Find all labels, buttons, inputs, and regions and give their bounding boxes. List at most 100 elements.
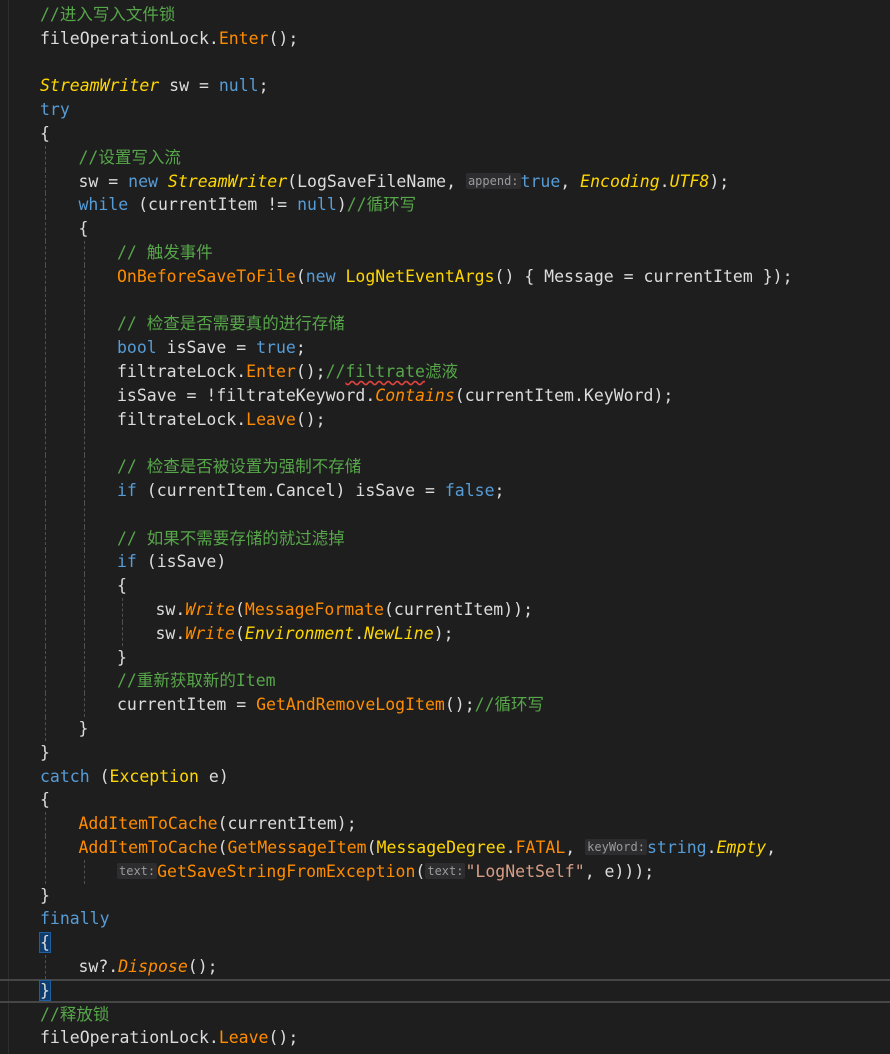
code-line[interactable]: } <box>0 645 890 670</box>
code-line[interactable]: // 如果不需要存储的就过滤掉 <box>0 526 890 551</box>
code-line[interactable]: sw?.Dispose(); <box>0 955 890 979</box>
code-token: ; <box>258 76 269 96</box>
code-token: isSave = !filtrateKeyword. <box>117 385 376 405</box>
indent-guide <box>83 288 85 313</box>
code-line[interactable]: catch (Exception e) <box>0 765 890 789</box>
code-line[interactable]: filtrateLock.Leave(); <box>0 407 890 432</box>
code-token: (); <box>268 28 299 48</box>
code-token: NewLine <box>364 623 434 643</box>
code-line[interactable]: } <box>0 741 890 765</box>
code-line[interactable]: { <box>0 931 890 955</box>
code-token: GetSaveStringFromException <box>157 861 416 881</box>
code-token: Enter <box>218 28 269 48</box>
indent-guide <box>83 526 85 551</box>
code-line[interactable]: //释放锁 <box>0 1003 890 1027</box>
code-line[interactable]: if (currentItem.Cancel) isSave = false; <box>0 479 890 503</box>
code-token: . <box>505 838 516 857</box>
code-token: while <box>78 195 129 215</box>
code-line[interactable]: } <box>0 884 890 908</box>
code-line[interactable]: AddItemToCache(currentItem); <box>0 812 890 836</box>
code-line[interactable]: // 检查是否需要真的进行存储 <box>0 312 890 337</box>
code-text: { <box>79 217 89 241</box>
code-line[interactable]: while (currentItem != null)//循环写 <box>0 193 890 218</box>
code-text: //重新获取新的Item <box>117 669 276 693</box>
code-token: , <box>766 838 777 857</box>
code-line[interactable]: bool isSave = true; <box>0 336 890 360</box>
code-line[interactable]: try <box>0 98 890 122</box>
code-token: if <box>117 552 137 572</box>
indent-guide <box>122 598 123 622</box>
indent-guide <box>83 360 85 384</box>
parameter-hint: append: <box>465 172 521 189</box>
code-line[interactable]: { <box>0 788 890 812</box>
code-line[interactable]: sw = new StreamWriter(LogSaveFileName, a… <box>0 169 890 194</box>
code-line[interactable]: OnBeforeSaveToFile(new LogNetEventArgs()… <box>0 264 890 289</box>
code-line[interactable]: filtrateLock.Enter();//filtrate滤液 <box>0 360 890 384</box>
code-text: fileOperationLock.Enter(); <box>40 27 298 51</box>
code-token: Exception <box>109 766 199 786</box>
code-line[interactable] <box>0 502 890 527</box>
code-line[interactable]: //设置写入流 <box>0 145 890 170</box>
code-text: } <box>40 884 50 908</box>
code-line[interactable]: { <box>0 574 890 598</box>
indent-guide <box>83 455 85 479</box>
code-text: { <box>117 574 127 598</box>
code-token: //循环写 <box>346 195 417 215</box>
code-line[interactable]: // 触发事件 <box>0 241 890 265</box>
indent-guide <box>83 550 85 575</box>
indent-guide <box>45 145 46 170</box>
code-token: (currentItem.Cancel) isSave = <box>136 481 445 500</box>
code-token: null <box>218 76 259 96</box>
indent-guide <box>45 193 46 218</box>
code-line[interactable]: currentItem = GetAndRemoveLogItem();//循环… <box>0 693 890 717</box>
code-token: Write <box>185 623 235 643</box>
code-text: } <box>79 717 89 741</box>
code-line[interactable]: text: GetSaveStringFromException(text: "Lo… <box>0 859 890 884</box>
code-editor[interactable]: //进入写入文件锁 fileOperationLock.Enter(); Strea… <box>0 0 890 1054</box>
code-token: , e))); <box>584 861 655 881</box>
code-token: Leave <box>218 1028 269 1048</box>
code-token: } <box>40 742 50 762</box>
code-line[interactable]: //重新获取新的Item <box>0 669 890 694</box>
code-line[interactable]: sw.Write(MessageFormate(currentItem)); <box>0 598 890 622</box>
code-text: StreamWriter sw = null; <box>40 74 269 98</box>
code-line[interactable] <box>0 51 890 75</box>
code-text: try <box>40 98 70 122</box>
code-line[interactable]: fileOperationLock.Enter(); <box>0 27 890 51</box>
indent-guide <box>122 621 123 646</box>
code-token: () { Message = currentItem }); <box>494 266 793 286</box>
code-token: (currentItem)); <box>384 600 534 619</box>
code-line[interactable]: } <box>0 717 890 741</box>
code-text: { <box>40 788 50 812</box>
code-line[interactable]: finally <box>0 907 890 931</box>
indent-guide <box>83 645 85 670</box>
code-line[interactable]: { <box>0 217 890 241</box>
code-token: new <box>305 266 336 286</box>
code-token: StreamWriter <box>40 76 160 96</box>
code-token: true <box>256 338 296 358</box>
code-text: // 触发事件 <box>117 241 213 265</box>
code-token: ( <box>415 861 426 881</box>
code-token: bool <box>117 338 157 358</box>
code-token: , <box>565 838 586 857</box>
code-text: // 检查是否被设置为强制不存储 <box>117 455 361 479</box>
code-text: currentItem = GetAndRemoveLogItem();//循环… <box>117 693 544 717</box>
code-line[interactable]: { <box>0 122 890 146</box>
code-line[interactable]: sw.Write(Environment.NewLine); <box>0 621 890 646</box>
code-line[interactable]: } <box>0 978 890 1003</box>
indent-guide <box>83 669 85 694</box>
code-line[interactable]: StreamWriter sw = null; <box>0 74 890 98</box>
code-line[interactable] <box>0 288 890 313</box>
code-line[interactable]: // 检查是否被设置为强制不存储 <box>0 455 890 479</box>
code-line[interactable] <box>0 431 890 456</box>
code-token: Environment <box>244 623 355 643</box>
code-line[interactable]: isSave = !filtrateKeyword.Contains(curre… <box>0 383 890 408</box>
code-line[interactable]: //进入写入文件锁 <box>0 3 890 27</box>
code-token: } <box>78 719 89 738</box>
indent-guide <box>45 241 46 265</box>
code-line[interactable]: if (isSave) <box>0 550 890 575</box>
code-line[interactable]: fileOperationLock.Leave(); <box>0 1026 890 1050</box>
code-line[interactable]: AddItemToCache(GetMessageItem(MessageDeg… <box>0 836 890 860</box>
code-token: filtrateLock. <box>117 362 247 381</box>
